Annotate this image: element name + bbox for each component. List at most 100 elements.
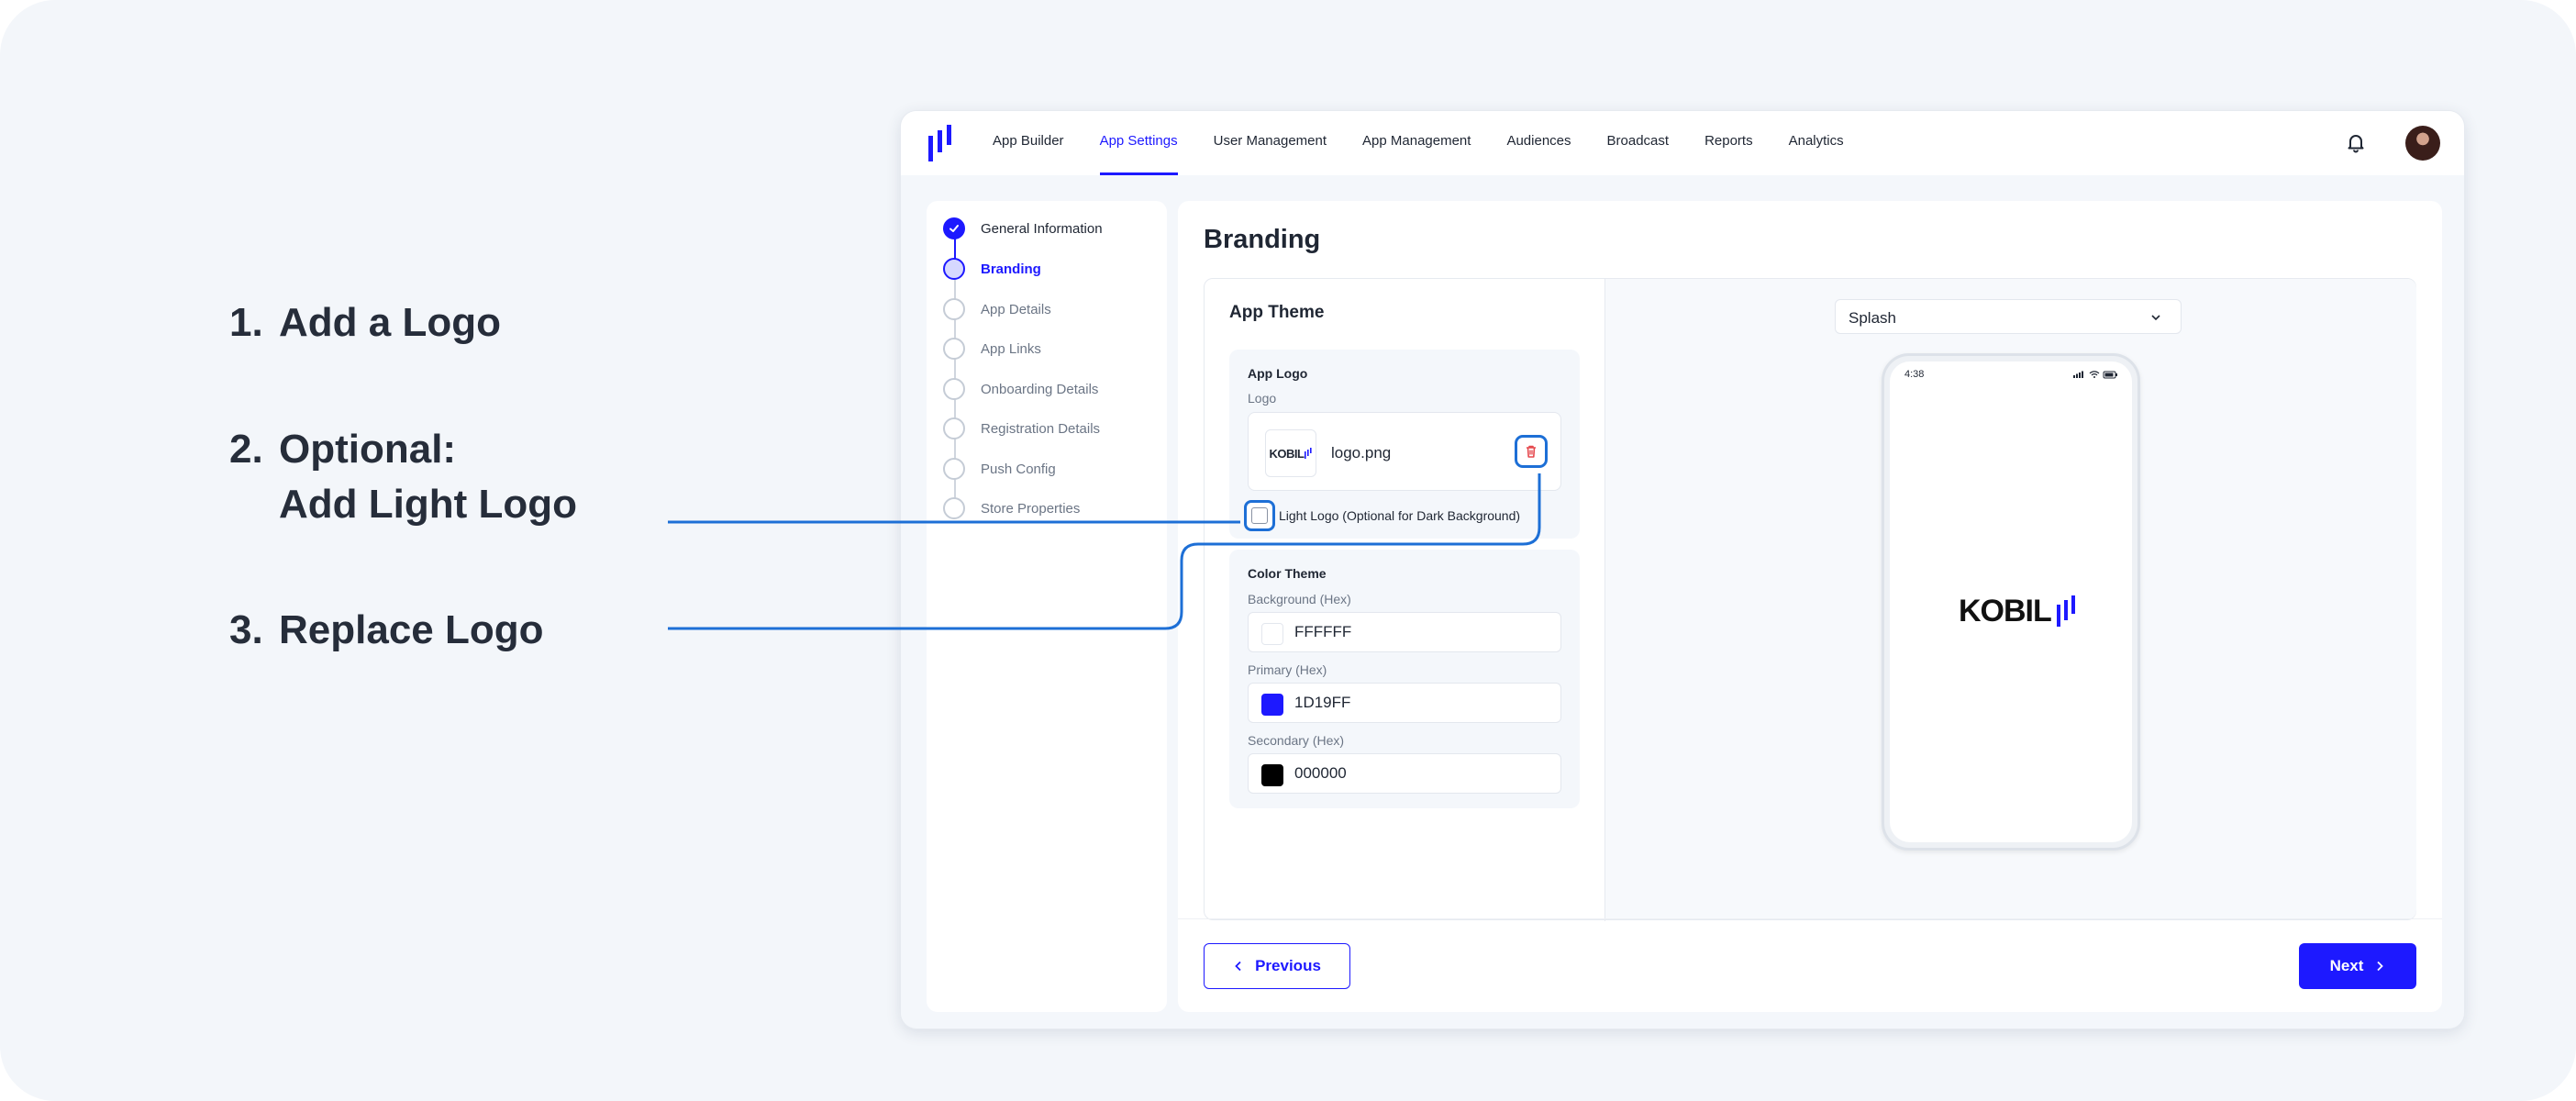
- stepper-item-app-details[interactable]: App Details: [943, 297, 1051, 321]
- step-text: Replace Logo: [279, 607, 544, 652]
- instruction-step-2: 2. Optional: Add Light Logo: [229, 422, 577, 532]
- stepper-item-general-information[interactable]: General Information: [943, 217, 1103, 240]
- step-dot: [943, 458, 965, 480]
- next-label: Next: [2329, 957, 2364, 974]
- chevron-left-icon: [1235, 961, 1241, 972]
- phone-preview: 4:38 KOBIL: [1882, 353, 2140, 851]
- stepper-item-store-properties[interactable]: Store Properties: [943, 496, 1080, 520]
- logo-file-name: logo.png: [1331, 444, 1392, 462]
- color-theme-group: Color Theme Background (Hex) Primary (He…: [1229, 550, 1580, 808]
- nav-audiences[interactable]: Audiences: [1506, 111, 1571, 175]
- nav-app-settings[interactable]: App Settings: [1099, 111, 1178, 175]
- app-window: App Builder App Settings User Management…: [900, 110, 2465, 1029]
- status-bar-time: 4:38: [1904, 369, 1925, 380]
- step-text: Optional:: [279, 427, 457, 472]
- kobil-brand-icon[interactable]: [928, 125, 952, 161]
- app-logo-group: App Logo Logo KOBIL logo.png Light Logo …: [1229, 350, 1580, 539]
- logo-label: Logo: [1248, 391, 1277, 406]
- settings-stepper: General Information Branding App Details…: [927, 201, 1167, 1012]
- secondary-hex-label: Secondary (Hex): [1248, 733, 1345, 748]
- background-hex-label: Background (Hex): [1248, 592, 1351, 606]
- trash-icon: [1527, 445, 1536, 458]
- stepper-item-app-links[interactable]: App Links: [943, 337, 1041, 361]
- nav-broadcast[interactable]: Broadcast: [1607, 111, 1670, 175]
- previous-button[interactable]: Previous: [1204, 943, 1350, 989]
- theme-title: App Theme: [1229, 303, 1325, 322]
- delete-logo-button[interactable]: [1515, 435, 1548, 468]
- stepper-label: Push Config: [981, 461, 1056, 477]
- background-hex-field[interactable]: [1248, 612, 1561, 652]
- check-icon: [943, 217, 965, 239]
- phone-screen: 4:38 KOBIL: [1890, 361, 2132, 842]
- card-footer: Previous Next: [1178, 918, 2442, 1012]
- background-hex-input[interactable]: [1294, 613, 1551, 651]
- stepper-item-push-config[interactable]: Push Config: [943, 457, 1056, 481]
- next-button[interactable]: Next: [2299, 943, 2416, 989]
- chevron-down-icon: [2151, 315, 2160, 321]
- branding-card: Branding App Theme App Logo Logo KOBIL l…: [1178, 201, 2442, 1012]
- primary-color-swatch[interactable]: [1261, 694, 1283, 716]
- primary-hex-label: Primary (Hex): [1248, 662, 1327, 677]
- step-dot: [943, 378, 965, 400]
- secondary-hex-input[interactable]: [1294, 754, 1551, 793]
- instruction-step-1: 1. Add a Logo: [229, 295, 501, 350]
- splash-logo: KOBIL: [1959, 593, 2075, 629]
- color-theme-title: Color Theme: [1248, 566, 1327, 581]
- logo-thumbnail-text: KOBIL: [1269, 446, 1305, 461]
- background-color-swatch[interactable]: [1261, 623, 1283, 645]
- tutorial-canvas: 1. Add a Logo 2. Optional: Add Light Logo …: [0, 0, 2576, 1101]
- stepper-label: Store Properties: [981, 500, 1081, 517]
- kobil-bars-icon: [2056, 595, 2075, 627]
- primary-hex-field[interactable]: [1248, 683, 1561, 723]
- user-avatar[interactable]: [2405, 126, 2440, 161]
- splash-logo-text: KOBIL: [1959, 593, 2052, 628]
- branding-panel: App Theme App Logo Logo KOBIL logo.png L…: [1204, 278, 2416, 921]
- bell-icon[interactable]: [2345, 131, 2367, 153]
- stepper-item-branding[interactable]: Branding: [943, 257, 1041, 281]
- instruction-step-3: 3. Replace Logo: [229, 603, 544, 658]
- step-dot: [943, 298, 965, 320]
- current-step-dot: [943, 258, 965, 280]
- app-logo-title: App Logo: [1248, 366, 1308, 381]
- step-text-second-line: Add Light Logo: [279, 482, 577, 527]
- kobil-bars-icon: [1305, 448, 1313, 459]
- nav-reports[interactable]: Reports: [1704, 111, 1753, 175]
- top-navigation-bar: App Builder App Settings User Management…: [901, 111, 2464, 175]
- stepper-item-onboarding-details[interactable]: Onboarding Details: [943, 377, 1098, 401]
- step-dot: [943, 338, 965, 360]
- status-bar-icons: [2073, 371, 2117, 379]
- stepper-label: General Information: [981, 220, 1103, 237]
- secondary-hex-field[interactable]: [1248, 753, 1561, 794]
- step-text: Add a Logo: [279, 300, 501, 345]
- chevron-right-icon: [2377, 961, 2384, 972]
- logo-file-box: KOBIL logo.png: [1248, 412, 1561, 491]
- stepper-label: Registration Details: [981, 420, 1101, 437]
- main-nav: App Builder App Settings User Management…: [993, 111, 1880, 175]
- step-number: 3.: [229, 607, 263, 652]
- previous-label: Previous: [1255, 957, 1321, 974]
- nav-analytics[interactable]: Analytics: [1789, 111, 1844, 175]
- light-logo-row: Light Logo (Optional for Dark Background…: [1244, 500, 1520, 531]
- stepper-item-registration-details[interactable]: Registration Details: [943, 417, 1100, 440]
- step-dot: [943, 497, 965, 519]
- stepper-label: App Details: [981, 301, 1051, 317]
- stepper-label: App Links: [981, 340, 1041, 357]
- nav-app-builder[interactable]: App Builder: [993, 111, 1064, 175]
- checkbox-box: [1251, 507, 1268, 524]
- stepper-label: Onboarding Details: [981, 381, 1099, 397]
- preview-pane: Splash 4:38 KOBIL: [1605, 279, 2416, 919]
- preview-screen-value: Splash: [1849, 309, 1896, 327]
- logo-thumbnail: KOBIL: [1265, 429, 1316, 477]
- light-logo-checkbox[interactable]: [1244, 500, 1275, 531]
- primary-hex-input[interactable]: [1294, 684, 1551, 722]
- page-title: Branding: [1204, 225, 1321, 254]
- secondary-color-swatch[interactable]: [1261, 764, 1283, 786]
- theme-settings: App Theme App Logo Logo KOBIL logo.png L…: [1205, 279, 1605, 921]
- preview-screen-select[interactable]: Splash: [1835, 299, 2182, 334]
- nav-app-management[interactable]: App Management: [1362, 111, 1471, 175]
- step-number: 1.: [229, 300, 263, 345]
- nav-user-management[interactable]: User Management: [1214, 111, 1327, 175]
- step-dot: [943, 417, 965, 439]
- light-logo-label: Light Logo (Optional for Dark Background…: [1279, 508, 1521, 523]
- step-number: 2.: [229, 427, 263, 472]
